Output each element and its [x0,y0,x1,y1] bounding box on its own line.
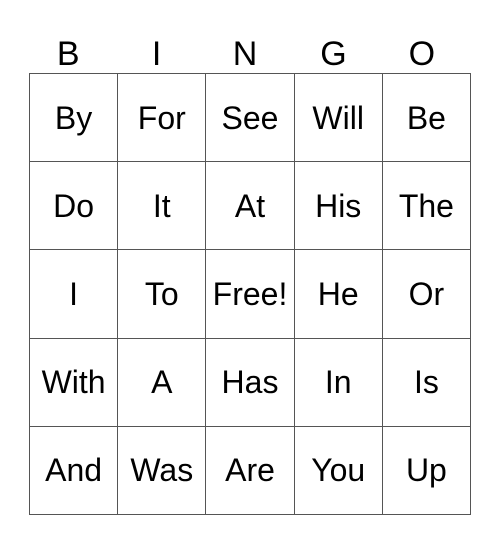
bingo-cell-label: His [315,187,362,224]
bingo-cell-label: With [41,364,106,401]
bingo-cell-r1c5[interactable]: Be [382,74,471,163]
bingo-cell-label: Up [405,452,447,489]
bingo-cell-r2c4[interactable]: His [294,162,383,251]
bingo-cell-label: You [311,452,366,489]
bingo-cell-label: I [69,275,79,312]
bingo-cell-r4c1[interactable]: With [30,338,119,427]
bingo-header-letter-g: G [320,35,347,73]
bingo-card: B I N G O By For See Will Be Do It At Hi… [0,0,500,544]
bingo-header-letter-i: I [151,35,162,73]
bingo-cell-r5c5[interactable]: Up [382,426,471,515]
bingo-cell-r1c1[interactable]: By [30,74,119,163]
bingo-cell-label: Will [312,99,364,136]
bingo-cell-label: For [137,99,186,136]
bingo-cell-r5c2[interactable]: Was [118,426,207,515]
bingo-cell-r4c4[interactable]: In [294,338,383,427]
bingo-header-cell-b: B [29,22,117,73]
bingo-cell-free-space[interactable]: Free! [206,250,295,339]
bingo-cell-label: He [317,275,359,312]
bingo-header-cell-o: O [383,22,471,73]
bingo-header-letter-b: B [56,35,80,73]
bingo-cell-label: At [234,187,266,224]
bingo-cell-r1c2[interactable]: For [118,74,207,163]
bingo-header-letter-o: O [408,35,436,73]
bingo-header-cell-g: G [294,22,382,73]
bingo-cell-label: And [45,452,103,489]
bingo-cell-r3c1[interactable]: I [30,250,119,339]
bingo-cell-r1c3[interactable]: See [206,74,295,163]
bingo-cell-r3c2[interactable]: To [118,250,207,339]
bingo-cell-r1c4[interactable]: Will [294,74,383,163]
bingo-header-cell-n: N [206,22,294,73]
bingo-cell-r3c4[interactable]: He [294,250,383,339]
bingo-cell-label: Or [408,275,445,312]
bingo-cell-label: Be [406,99,446,136]
bingo-cell-r5c1[interactable]: And [30,426,119,515]
bingo-grid: By For See Will Be Do It At His The I To… [29,73,471,515]
bingo-cell-label: Is [413,364,439,401]
bingo-cell-r2c3[interactable]: At [206,162,295,251]
bingo-cell-r4c3[interactable]: Has [206,338,295,427]
bingo-cell-label: Was [130,452,194,489]
bingo-header-row: B I N G O [29,22,471,73]
bingo-cell-label: Has [221,364,279,401]
bingo-cell-label: The [398,187,454,224]
bingo-cell-label: It [152,187,171,224]
bingo-cell-r5c3[interactable]: Are [206,426,295,515]
bingo-cell-r2c1[interactable]: Do [30,162,119,251]
bingo-cell-r5c4[interactable]: You [294,426,383,515]
bingo-cell-label: See [221,99,279,136]
bingo-cell-label: Do [53,187,95,224]
bingo-cell-label: Are [225,452,275,489]
bingo-header-letter-n: N [232,35,258,73]
bingo-cell-r3c5[interactable]: Or [382,250,471,339]
bingo-cell-r4c2[interactable]: A [118,338,207,427]
bingo-cell-label: To [144,275,179,312]
bingo-cell-label: A [151,364,173,401]
bingo-cell-label: By [54,99,93,136]
bingo-free-space-label: Free! [212,275,288,312]
bingo-header-cell-i: I [117,22,205,73]
bingo-cell-r4c5[interactable]: Is [382,338,471,427]
bingo-cell-r2c5[interactable]: The [382,162,471,251]
bingo-cell-r2c2[interactable]: It [118,162,207,251]
bingo-cell-label: In [324,364,352,401]
